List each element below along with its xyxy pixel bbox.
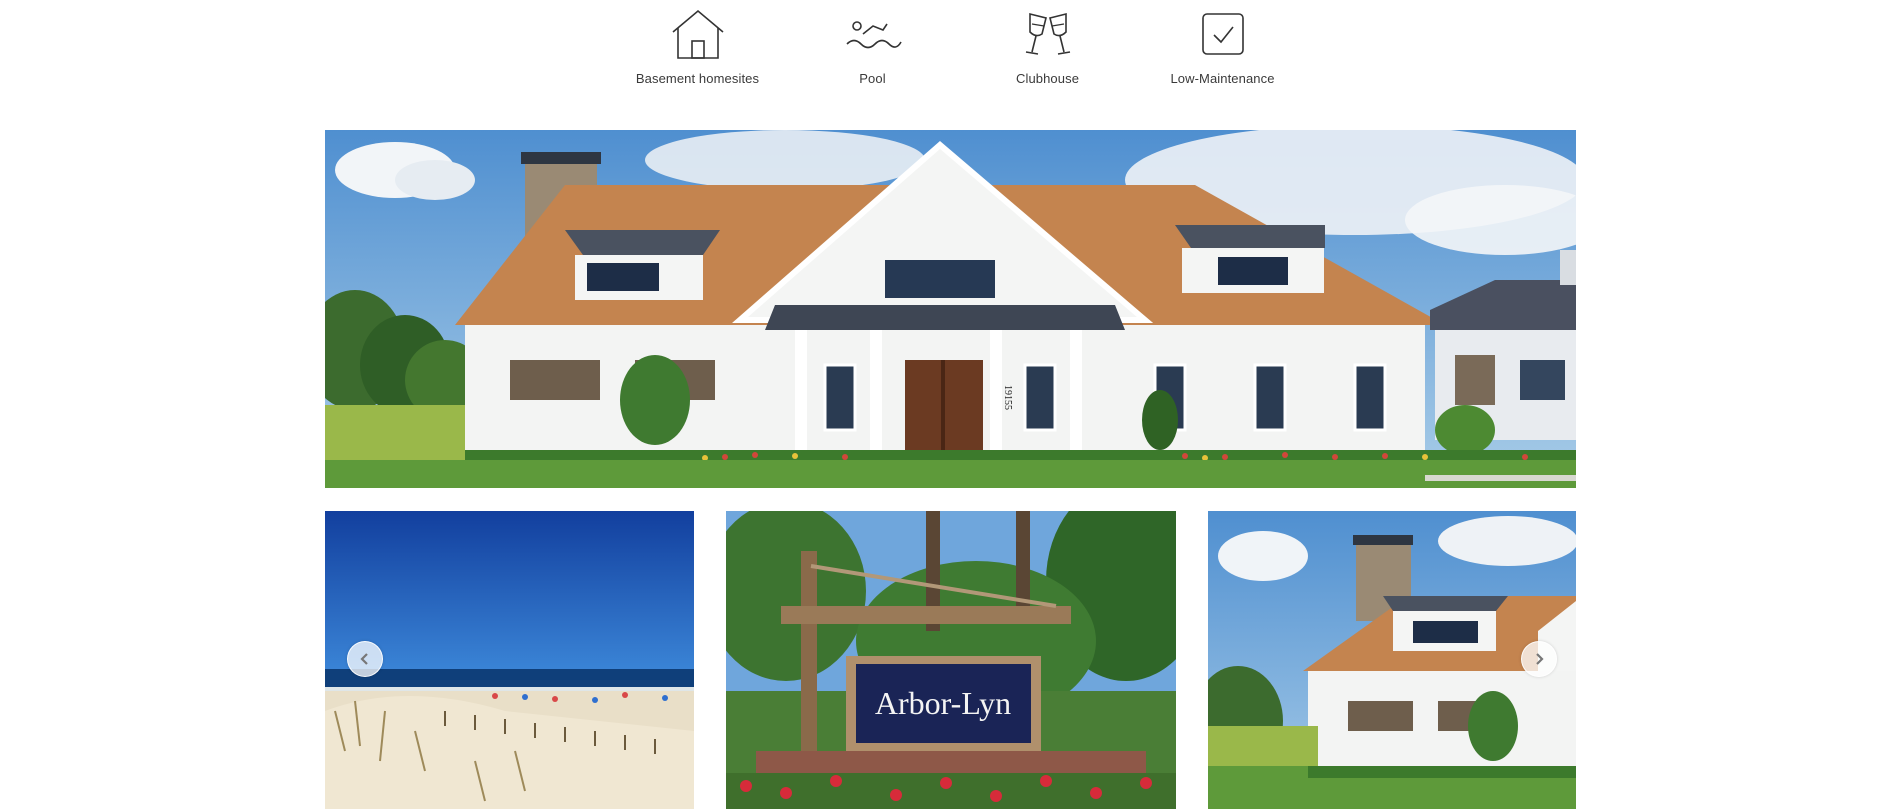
amenity-pool: Pool <box>785 8 960 88</box>
carousel-next-button[interactable] <box>1521 641 1557 677</box>
amenity-label: Pool <box>859 71 886 86</box>
amenity-basement-homesites: Basement homesites <box>610 8 785 88</box>
hero-house-photo[interactable]: 19155 <box>325 130 1576 488</box>
carousel-prev-button[interactable] <box>347 641 383 677</box>
arbor-lyn-sign-photo[interactable]: Arbor-Lyn <box>726 511 1176 809</box>
house-photo-illustration: 19155 <box>325 130 1576 488</box>
amenity-clubhouse: Clubhouse <box>960 8 1135 88</box>
amenity-label: Basement homesites <box>635 71 760 86</box>
sign-text: Arbor-Lyn <box>875 685 1011 721</box>
amenity-label: Low-Maintenance <box>1170 71 1275 86</box>
amenity-low-maintenance: Low-Maintenance <box>1135 8 1310 88</box>
chevron-left-icon <box>360 653 368 665</box>
amenity-label: Clubhouse <box>1015 71 1080 86</box>
swimmer-icon <box>845 21 902 49</box>
house-number: 19155 <box>1002 385 1013 410</box>
checkbox-icon <box>1201 13 1244 55</box>
sign-photo-illustration: Arbor-Lyn <box>726 511 1176 809</box>
house-icon <box>671 9 724 59</box>
amenities-row: Basement homesites Pool Clubhouse Low-Ma… <box>610 8 1310 88</box>
chevron-right-icon <box>1536 653 1544 665</box>
wine-glasses-icon <box>1025 12 1070 55</box>
